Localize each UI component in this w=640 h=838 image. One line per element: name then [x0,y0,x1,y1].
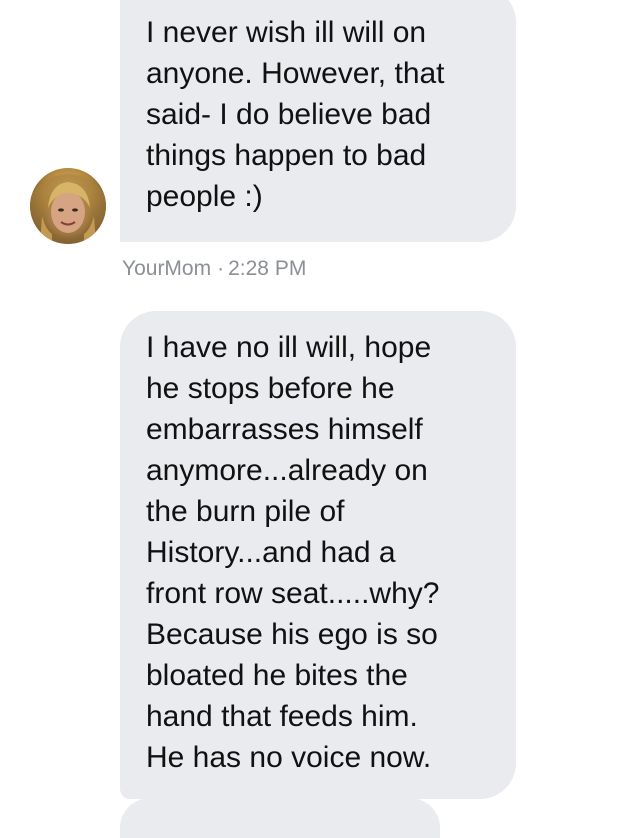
meta-separator: · [217,257,225,280]
message-bubble-1[interactable]: I never wish ill will on anyone. However… [120,0,516,242]
message-line: he stops before he [146,372,395,405]
message-line: said- I do believe bad [146,98,432,131]
next-message-bubble[interactable] [120,798,440,838]
message-line: things happen to bad [146,139,427,172]
avatar-photo-icon [30,174,106,244]
message-line: front row seat.....why? [146,577,440,610]
message-line: I have no ill will, hope [146,331,432,364]
message-line: embarrasses himself [146,413,423,446]
message-line: I never wish ill will on [146,16,427,49]
timestamp: 2:28 PM [228,257,307,280]
message-line: History...and had a [146,536,396,569]
message-line: hand that feeds him. [146,700,418,733]
message-line: the burn pile of [146,495,345,528]
message-line: bloated he bites the [146,659,408,692]
avatar[interactable] [30,168,106,244]
message-line: He has no voice now. [146,741,432,774]
message-line: people :) [146,180,263,213]
sender-name[interactable]: YourMom [122,257,211,280]
message-line: anyone. However, that [146,57,445,90]
message-line: Because his ego is so [146,618,438,651]
message-bubble-2[interactable]: I have no ill will, hope he stops before… [120,311,516,799]
message-meta: YourMom · 2:28 PM [122,255,306,283]
message-line: anymore...already on [146,454,428,487]
